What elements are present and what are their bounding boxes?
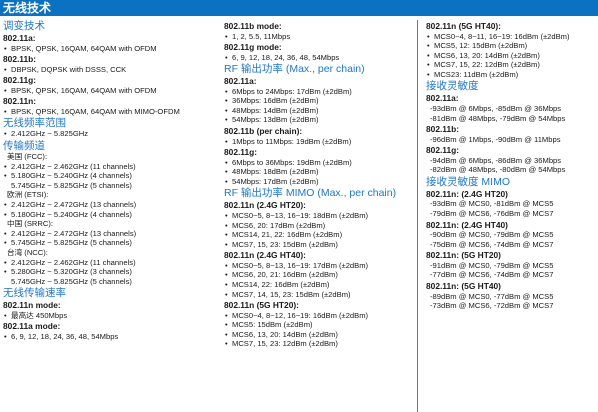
region-srrc-label: 中国 (SRRC): <box>7 219 53 229</box>
rf-mimo-line: MCS7, 15, 23: 12dBm (±2dBm) <box>224 339 414 349</box>
sens-line: -81dBm @ 48Mbps, -79dBm @ 54Mbps <box>430 113 566 123</box>
rf-11g-label: 802.11g: <box>224 147 258 158</box>
rf-mimo-line: MCS0~5, 8~13, 16~19: 18dBm (±2dBm) <box>224 211 414 221</box>
rate-11g-value: 6, 9, 12, 18, 24, 36, 48, 54Mbps <box>224 53 414 63</box>
freq-range-value: 2.412GHz ~ 5.825GHz <box>3 129 215 139</box>
section-title-channels: 传输频道 <box>3 139 45 152</box>
region-ncc-label: 台湾 (NCC): <box>7 247 48 257</box>
modulation-11b-label: 802.11b: <box>3 54 37 65</box>
sens-mimo-label: 802.11n: (2.4G HT20) <box>426 188 508 199</box>
sens-line: -96dBm @ 1Mbps, -90dBm @ 11Mbps <box>430 134 561 144</box>
sens-mimo-label: 802.11n: (5G HT20) <box>426 250 501 261</box>
region-fcc-label: 美国 (FCC): <box>7 151 48 161</box>
modulation-11a-value: BPSK, QPSK, 16QAM, 64QAM with OFDM <box>3 44 215 54</box>
rf-mimo-line: MCS0~4, 8~12, 16~19: 16dBm (±2dBm) <box>224 311 414 321</box>
sens-mimo-line: -75dBm @ MCS6, -74dBm @ MCS7 <box>430 239 554 249</box>
rf-11a-line: 54Mbps: 13dBm (±2dBm) <box>224 115 414 125</box>
rf-mimo-line: MCS6, 20: 17dBm (±2dBm) <box>224 221 414 231</box>
modulation-11n-value: BPSK, QPSK, 16QAM, 64QAM with MIMO-OFDM <box>3 107 215 117</box>
region-ncc-line: 2.412GHz ~ 2.462GHz (11 channels) <box>3 258 215 268</box>
section-title-rf-mimo: RF 输出功率 MIMO (Max., per chain) <box>224 187 397 200</box>
rate-11b-value: 1, 2, 5.5, 11Mbps <box>224 32 414 42</box>
rf-11g-line: 48Mbps: 18dBm (±2dBm) <box>224 167 414 177</box>
column-1: 调变技术 802.11a: BPSK, QPSK, 16QAM, 64QAM w… <box>3 20 215 341</box>
rf-11g-line: 54Mbps: 17dBm (±2dBm) <box>224 177 414 187</box>
rf-11a-line: 36Mbps: 16dBm (±2dBm) <box>224 96 414 106</box>
rate-11g-label: 802.11g mode: <box>224 42 282 53</box>
rate-11b-label: 802.11b mode: <box>224 21 282 31</box>
rf-mimo-line: MCS23: 11dBm (±2dBm) <box>426 70 596 80</box>
sens-11g-label: 802.11g: <box>426 145 460 156</box>
page-title: 无线技术 <box>0 0 598 16</box>
rf-mimo-line: MCS6, 13, 20: 14dBm (±2dBm) <box>426 51 596 61</box>
region-etsi-line: 5.180GHz ~ 5.240GHz (4 channels) <box>3 210 215 220</box>
rate-11n-value: 最高达 450Mbps <box>3 311 215 321</box>
rate-11a-label: 802.11a mode: <box>3 321 61 332</box>
rf-mimo-24g-ht20-label: 802.11n (2.4G HT20): <box>224 200 306 211</box>
sens-line: -94dBm @ 6Mbps, -86dBm @ 36Mbps <box>430 155 562 165</box>
sens-11a-label: 802.11a: <box>426 93 459 104</box>
column-divider <box>417 20 418 412</box>
modulation-11g-value: BPSK, QPSK, 16QAM, 64QAM with OFDM <box>3 86 215 96</box>
region-ncc-line: 5.745GHz ~ 5.825GHz (5 channels) <box>11 276 132 286</box>
rf-mimo-line: MCS0~4, 8~11, 16~19: 16dBm (±2dBm) <box>426 32 596 42</box>
region-fcc-line: 5.745GHz ~ 5.825GHz (5 channels) <box>11 180 132 190</box>
rf-mimo-line: MCS7, 15, 22: 12dBm (±2dBm) <box>426 60 596 70</box>
rf-mimo-line: MCS0~5, 8~13, 16~19: 17dBm (±2dBm) <box>224 261 414 271</box>
region-fcc-line: 5.180GHz ~ 5.240GHz (4 channels) <box>3 171 215 181</box>
region-srrc-line: 5.745GHz ~ 5.825GHz (5 channels) <box>3 238 215 248</box>
sens-mimo-line: -77dBm @ MCS6, -74dBm @ MCS7 <box>430 270 554 280</box>
modulation-11a-label: 802.11a: <box>3 33 36 43</box>
sens-mimo-line: -91dBm @ MCS0, -79dBm @ MCS5 <box>430 260 554 270</box>
rf-mimo-line: MCS7, 14, 15, 23: 15dBm (±2dBm) <box>224 290 414 300</box>
rf-mimo-line: MCS14, 22: 16dBm (±2dBm) <box>224 280 414 290</box>
sens-mimo-line: -90dBm @ MCS0, -79dBm @ MCS5 <box>430 230 554 240</box>
sens-mimo-line: -79dBm @ MCS6, -76dBm @ MCS7 <box>430 209 554 219</box>
rf-mimo-line: MCS5: 15dBm (±2dBm) <box>224 320 414 330</box>
rf-mimo-line: MCS6, 20, 21: 16dBm (±2dBm) <box>224 270 414 280</box>
section-title-rf-power: RF 输出功率 (Max., per chain) <box>224 63 365 76</box>
section-title-sensitivity-mimo: 接收灵敏度 MIMO <box>426 175 510 188</box>
region-etsi-label: 欧洲 (ETSI): <box>7 190 49 200</box>
region-etsi-line: 2.412GHz ~ 2.472GHz (13 channels) <box>3 200 215 210</box>
sens-mimo-line: -73dBm @ MCS6, -72dBm @ MCS7 <box>430 301 554 311</box>
rf-11b-line: 1Mbps to 11Mbps: 19dBm (±2dBm) <box>224 137 414 147</box>
sens-mimo-line: -93dBm @ MCS0, -81dBm @ MCS5 <box>430 199 554 209</box>
section-title-freq-range: 无线频率范围 <box>3 117 66 130</box>
modulation-11n-label: 802.11n: <box>3 96 37 107</box>
rf-mimo-24g-ht40-label: 802.11n (2.4G HT40): <box>224 250 306 261</box>
rf-11a-line: 6Mbps to 24Mbps: 17dBm (±2dBm) <box>224 87 414 97</box>
modulation-11b-value: DBPSK, DQPSK with DSSS, CCK <box>3 65 215 75</box>
column-3: 802.11n (5G HT40): MCS0~4, 8~11, 16~19: … <box>426 20 596 311</box>
rf-11a-label: 802.11a: <box>224 76 257 87</box>
section-title-modulation: 调变技术 <box>3 20 45 32</box>
rf-11g-line: 6Mbps to 36Mbps: 19dBm (±2dBm) <box>224 158 414 168</box>
sens-line: -82dBm @ 48Mbps, -80dBm @ 54Mbps <box>430 165 566 175</box>
rate-11n-label: 802.11n mode: <box>3 300 61 311</box>
column-2: 802.11b mode: 1, 2, 5.5, 11Mbps 802.11g … <box>224 20 414 349</box>
rf-mimo-5g-ht20-label: 802.11n (5G HT20): <box>224 300 299 311</box>
rf-mimo-line: MCS6, 13, 20: 14dBm (±2dBm) <box>224 330 414 340</box>
region-ncc-line: 5.280GHz ~ 5.320GHz (3 channels) <box>3 267 215 277</box>
sens-mimo-line: -89dBm @ MCS0, -77dBm @ MCS5 <box>430 291 554 301</box>
region-srrc-line: 2.412GHz ~ 2.472GHz (13 channels) <box>3 229 215 239</box>
rf-mimo-line: MCS5, 12: 15dBm (±2dBm) <box>426 41 596 51</box>
rf-11b-label: 802.11b (per chain): <box>224 126 303 137</box>
sens-mimo-label: 802.11n: (2.4G HT40) <box>426 219 508 230</box>
section-title-rate: 无线传输速率 <box>3 287 66 300</box>
sens-11b-label: 802.11b: <box>426 124 460 135</box>
rf-mimo-5g-ht40-label: 802.11n (5G HT40): <box>426 21 501 31</box>
rf-mimo-line: MCS7, 15, 23: 15dBm (±2dBm) <box>224 240 414 250</box>
sens-line: -93dBm @ 6Mbps, -85dBm @ 36Mbps <box>430 103 562 113</box>
sens-mimo-label: 802.11n: (5G HT40) <box>426 281 501 291</box>
rf-mimo-line: MCS14, 21, 22: 16dBm (±2dBm) <box>224 230 414 240</box>
section-title-sensitivity: 接收灵敏度 <box>426 80 479 93</box>
rate-11a-value: 6, 9, 12, 18, 24, 36, 48, 54Mbps <box>3 332 215 342</box>
rf-11a-line: 48Mbps: 14dBm (±2dBm) <box>224 106 414 116</box>
modulation-11g-label: 802.11g: <box>3 75 37 86</box>
region-fcc-line: 2.412GHz ~ 2.462GHz (11 channels) <box>3 162 215 172</box>
